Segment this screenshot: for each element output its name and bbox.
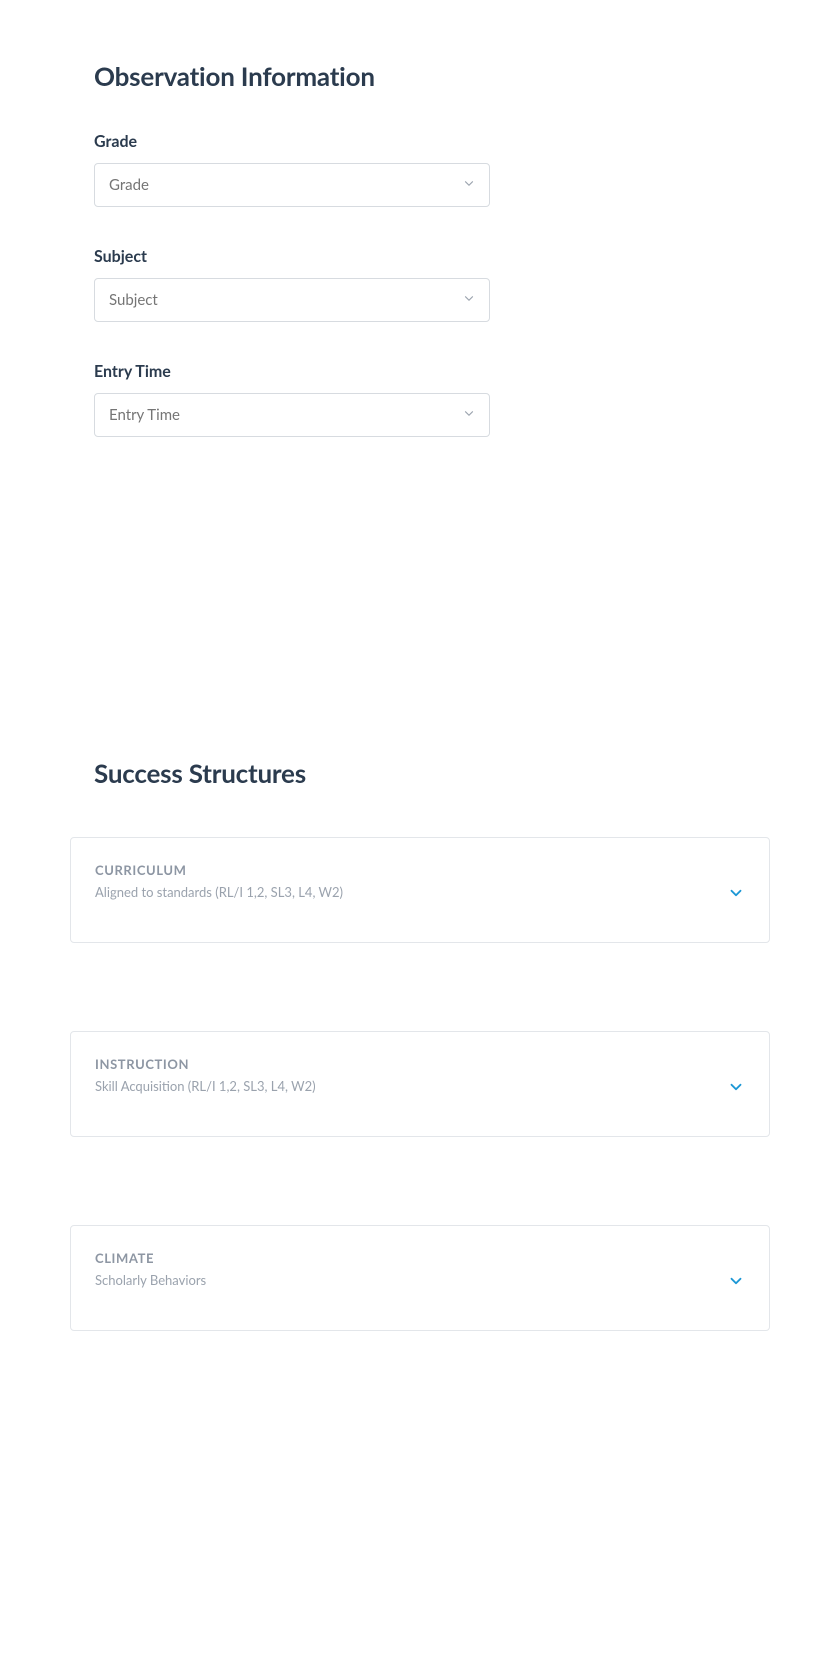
card-text-block: CLIMATE Scholarly Behaviors <box>95 1250 727 1288</box>
structures-title: Success Structures <box>94 757 770 789</box>
card-subtitle: Skill Acquisition (RL/I 1,2, SL3, L4, W2… <box>95 1078 727 1094</box>
card-category: INSTRUCTION <box>95 1056 727 1072</box>
chevron-down-icon <box>727 884 745 906</box>
card-subtitle: Aligned to standards (RL/I 1,2, SL3, L4,… <box>95 884 727 900</box>
card-subtitle: Scholarly Behaviors <box>95 1272 727 1288</box>
chevron-down-icon <box>727 1078 745 1100</box>
subject-select-wrap <box>94 278 490 322</box>
entry-time-select-wrap <box>94 393 490 437</box>
card-curriculum[interactable]: CURRICULUM Aligned to standards (RL/I 1,… <box>70 837 770 943</box>
observation-section: Observation Information Grade Subject En… <box>0 60 840 437</box>
card-instruction[interactable]: INSTRUCTION Skill Acquisition (RL/I 1,2,… <box>70 1031 770 1137</box>
observation-title: Observation Information <box>94 60 770 92</box>
entry-time-label: Entry Time <box>94 362 770 381</box>
card-text-block: CURRICULUM Aligned to standards (RL/I 1,… <box>95 862 727 900</box>
grade-label: Grade <box>94 132 770 151</box>
card-category: CURRICULUM <box>95 862 727 878</box>
card-category: CLIMATE <box>95 1250 727 1266</box>
field-entry-time: Entry Time <box>94 362 770 437</box>
field-subject: Subject <box>94 247 770 322</box>
entry-time-select[interactable] <box>94 393 490 437</box>
card-climate[interactable]: CLIMATE Scholarly Behaviors <box>70 1225 770 1331</box>
section-gap <box>0 477 840 757</box>
subject-label: Subject <box>94 247 770 266</box>
subject-select[interactable] <box>94 278 490 322</box>
structures-section: Success Structures CURRICULUM Aligned to… <box>0 757 840 1331</box>
grade-select-wrap <box>94 163 490 207</box>
chevron-down-icon <box>727 1272 745 1294</box>
field-grade: Grade <box>94 132 770 207</box>
card-text-block: INSTRUCTION Skill Acquisition (RL/I 1,2,… <box>95 1056 727 1094</box>
grade-select[interactable] <box>94 163 490 207</box>
